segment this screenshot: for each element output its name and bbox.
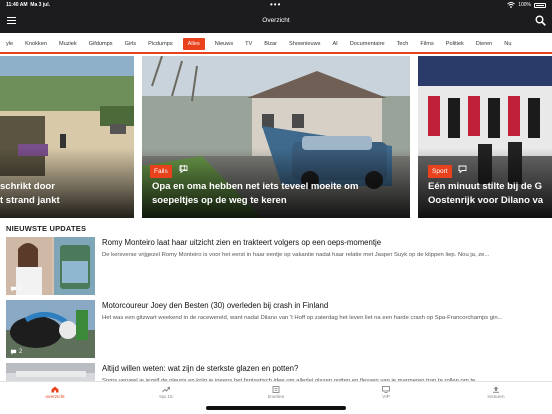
category-tab-tech[interactable]: Tech xyxy=(395,38,411,50)
category-tab-shownieuws[interactable]: Shownieuws xyxy=(287,38,322,50)
article-thumbnail[interactable]: 2 xyxy=(6,237,95,295)
tab-overzicht[interactable]: overzicht xyxy=(25,386,85,400)
hero-slide-title: schrikt door t strand jankt xyxy=(0,181,60,206)
article-item[interactable]: 2 Motorcoureur Joey den Besten (30) over… xyxy=(6,300,552,358)
category-strip[interactable]: yle Knokken Muziek Gifdumps Girls Picdumps All… xyxy=(0,33,552,54)
category-tab-dieren[interactable]: Dieren xyxy=(474,38,494,50)
comment-icon xyxy=(10,286,17,292)
category-badge[interactable]: Fails xyxy=(150,165,172,178)
category-tab-picdumps[interactable]: Picdumps xyxy=(146,38,175,50)
article-item[interactable]: 2 Romy Monteiro laat haar uitzicht zien … xyxy=(6,237,552,295)
category-badge[interactable]: Sport xyxy=(428,165,452,178)
status-bar: 11:40 AM Ma 3 jul. ••• 100% xyxy=(0,0,552,10)
article-title[interactable]: Romy Monteiro laat haar uitzicht zien en… xyxy=(102,238,381,248)
category-tab-politiek[interactable]: Politiek xyxy=(444,38,466,50)
home-icon xyxy=(51,386,59,393)
category-list: yle Knokken Muziek Gifdumps Girls Picdumps All… xyxy=(4,38,513,50)
upload-icon xyxy=(493,386,499,393)
timeline-icon xyxy=(272,386,280,393)
page-title: Overzicht xyxy=(262,17,290,24)
article-thumbnail[interactable]: 2 xyxy=(6,300,95,358)
status-time: 11:40 AM Ma 3 jul. xyxy=(6,2,51,8)
category-tab-documentaire[interactable]: Documentaire xyxy=(348,38,387,50)
battery-percentage: 100% xyxy=(518,2,531,8)
article-title[interactable]: Altijd willen weten: wat zijn de sterkst… xyxy=(102,364,298,374)
comment-icon xyxy=(179,165,188,173)
category-tab-nu[interactable]: Nu xyxy=(502,38,513,50)
hero-slide[interactable]: Sport Eén minuut stilte bij de G Oostenr… xyxy=(418,56,552,218)
tab-vip[interactable]: VIP xyxy=(356,386,416,400)
hero-slide[interactable]: schrikt door t strand jankt xyxy=(0,56,134,218)
comment-count: 2 xyxy=(10,286,22,292)
comment-count: 2 xyxy=(10,349,22,355)
hero-slide-title: Eén minuut stilte bij de G Oostenrijk vo… xyxy=(428,181,544,206)
hero-carousel[interactable]: schrikt door t strand jankt Fails 11 Opa… xyxy=(0,56,552,218)
top-bar: 11:40 AM Ma 3 jul. ••• 100% Overzicht xyxy=(0,0,552,33)
article-excerpt: Het was een gitzwart weekend in de racew… xyxy=(102,315,503,321)
battery-icon xyxy=(534,2,546,8)
category-tab-alles[interactable]: Alles xyxy=(182,38,205,50)
comment-count[interactable]: 11 xyxy=(179,165,188,173)
vip-icon xyxy=(382,386,390,393)
category-tab-girls[interactable]: Girls xyxy=(123,38,139,50)
home-indicator[interactable] xyxy=(206,406,346,410)
article-title[interactable]: Motorcoureur Joey den Besten (30) overle… xyxy=(102,301,328,311)
multitasking-dots-icon[interactable]: ••• xyxy=(270,0,281,9)
category-tab-films[interactable]: Films xyxy=(418,38,435,50)
article-excerpt: De kersverse vrijgezel Romy Monteiro is … xyxy=(102,252,490,258)
category-tab-knokken[interactable]: Knokken xyxy=(23,38,49,50)
comment-icon xyxy=(10,349,17,355)
hero-slide[interactable]: Fails 11 Opa en oma hebben net iets teve… xyxy=(142,56,410,218)
status-date: Ma 3 jul. xyxy=(30,2,51,8)
category-tab-tv[interactable]: TV xyxy=(243,38,254,50)
category-tab-yle[interactable]: yle xyxy=(4,38,15,50)
tab-insturen[interactable]: insturen xyxy=(466,386,526,400)
wifi-icon xyxy=(507,2,515,8)
category-tab-nieuws[interactable]: Nieuws xyxy=(213,38,235,50)
category-tab-bizar[interactable]: Bizar xyxy=(262,38,279,50)
tab-timeline[interactable]: timeline xyxy=(246,386,306,400)
search-icon[interactable] xyxy=(535,15,546,26)
hero-slide-title: Opa en oma hebben net iets teveel moeite… xyxy=(152,181,359,206)
trending-icon xyxy=(162,387,170,393)
category-tab-muziek[interactable]: Muziek xyxy=(57,38,79,50)
comment-icon xyxy=(458,165,467,173)
category-tab-gifdumps[interactable]: Gifdumps xyxy=(87,38,115,50)
tab-top-15[interactable]: top 15 xyxy=(136,386,196,400)
section-title: NIEUWSTE UPDATES xyxy=(6,224,87,233)
status-right: 100% xyxy=(507,2,546,8)
category-tab-ai[interactable]: AI xyxy=(330,38,339,50)
